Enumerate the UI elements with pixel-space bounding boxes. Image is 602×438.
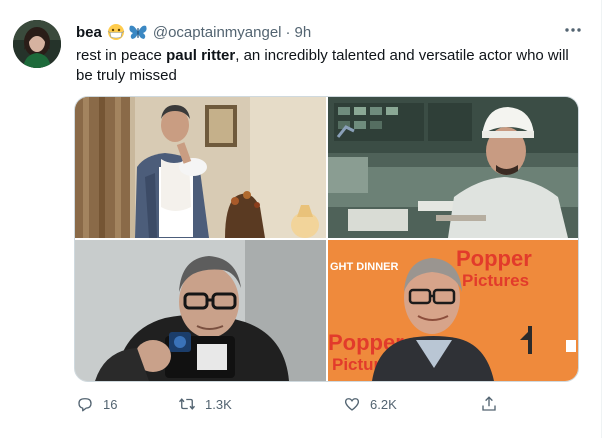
retweet-count: 1.3K [205,396,232,412]
photo-1[interactable] [75,97,326,238]
face-with-mask-emoji [107,23,125,41]
photo-4[interactable]: GHT DINNER Popper Pictures Popper Pictur… [328,240,578,381]
reply-count: 16 [103,396,118,412]
display-name[interactable]: bea [76,24,102,41]
tweet-card[interactable]: bea @ocaptainmyangel · 9h rest in peace … [0,0,602,438]
timestamp[interactable]: 9h [295,24,312,41]
like-button[interactable]: 6.2K [343,395,397,413]
tweet-text: rest in peace paul ritter, an incredibly… [76,46,576,86]
photo-2[interactable] [328,97,578,238]
reply-icon [78,398,92,412]
poster-right-text-1: Popper [456,246,532,271]
share-icon [482,396,496,411]
action-bar: 16 1.3K 6.2K [76,393,506,415]
heart-icon [344,398,360,411]
media-grid: GHT DINNER Popper Pictures Popper Pictur… [74,96,579,382]
tweet-text-start: rest in peace [76,47,167,64]
user-handle[interactable]: @ocaptainmyangel [153,24,282,41]
tweet-header: bea @ocaptainmyangel · 9h [76,22,581,42]
reply-button[interactable]: 16 [76,395,117,413]
retweet-icon [178,398,196,410]
like-count: 6.2K [370,396,397,412]
poster-left-text: GHT DINNER [330,261,399,273]
retweet-button[interactable]: 1.3K [178,395,232,413]
more-horizontal-icon[interactable] [563,22,583,38]
avatar[interactable] [13,20,61,68]
share-button[interactable] [480,395,498,413]
blue-butterfly-emoji [128,23,148,41]
header-separator: · [285,23,291,41]
poster-right-text-2: Pictures [462,271,529,290]
photo-3[interactable] [75,240,326,381]
tweet-text-bold: paul ritter [166,47,236,64]
